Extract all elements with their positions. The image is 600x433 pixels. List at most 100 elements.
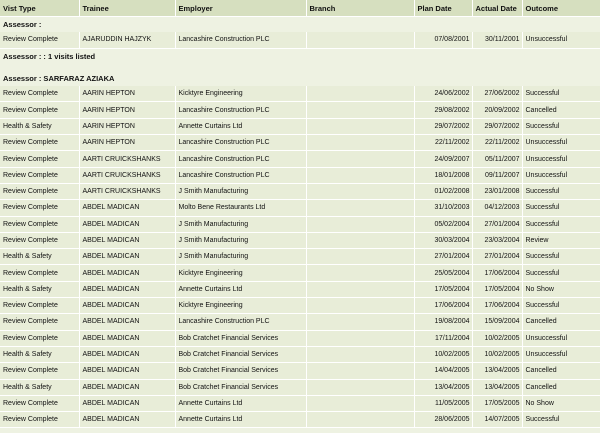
actual-date-cell: 27/01/2004 [472,248,523,266]
employer-cell: Lancashire Construction PLC [175,32,307,49]
table-row[interactable]: Review Complete ABDEL MADICAN J Smith Manu… [0,216,600,233]
column-header-employer[interactable]: Employer [175,0,307,17]
table-row[interactable]: Review Complete ABDEL MADICAN Bob Cratchet… [0,362,600,380]
table-row[interactable]: Review Complete ABDEL MADICAN Annette Curt… [0,411,600,429]
employer-cell: Kicktyre Engineering [175,264,307,282]
table-row[interactable]: Review Complete ABDEL MADICAN Annette Curt… [0,395,600,413]
plan-date-cell: 29/07/2002 [414,118,473,136]
table-row[interactable]: Review Complete AARTI CRUICKSHANKS J Smith… [0,183,600,201]
column-header-branch[interactable]: Branch [306,0,415,17]
outcome-cell: Unsuccessful [522,330,600,347]
visit-type-cell: Review Complete [0,150,80,168]
actual-date-cell: 30/11/2001 [472,32,523,49]
outcome-cell: Unsuccessful [522,346,600,364]
trainee-cell: ABDEL MADICAN [79,330,176,347]
outcome-cell: Successful [522,118,600,136]
outcome-cell: Successful [522,297,600,315]
employer-cell: Bob Cratchet Financial Services [175,362,307,380]
table-row[interactable]: Review Complete AARIN HEPTON Kicktyre Engi… [0,86,600,103]
visit-type-cell: Health & Safety [0,248,80,266]
actual-date-cell: 29/07/2002 [472,118,523,136]
employer-cell: Lancashire Construction PLC [175,167,307,184]
table-row[interactable]: Review Complete ABDEL MADICAN Bob Cratchet… [0,330,600,347]
outcome-cell: Successful [522,199,600,217]
plan-date-cell: 14/04/2005 [414,362,473,380]
branch-cell [306,150,415,168]
visit-type-cell: Review Complete [0,183,80,201]
trainee-cell: ABDEL MADICAN [79,216,176,233]
table-row[interactable]: Health & Safety AARIN HEPTON Annette Curta… [0,118,600,136]
visit-type-cell: Review Complete [0,362,80,380]
outcome-cell: Review [522,232,600,250]
table-row[interactable]: Health & Safety ABDEL MADICAN Bob Cratchet… [0,346,600,364]
trainee-cell: ABDEL MADICAN [79,362,176,380]
outcome-cell: Successful [522,183,600,201]
table-row[interactable]: Health & Safety ABDEL MADICAN Annette Curt… [0,281,600,299]
plan-date-cell: 24/09/2007 [414,150,473,168]
visit-type-cell: Review Complete [0,313,80,331]
employer-cell: Bob Cratchet Financial Services [175,346,307,364]
trainee-cell: ABDEL MADICAN [79,379,176,396]
group-row: Assessor : SARFARAZ AZIAKA [0,70,600,87]
actual-date-cell: 27/06/2002 [472,86,523,103]
employer-cell: Lancashire Construction PLC [175,150,307,168]
plan-date-cell: 25/05/2004 [414,264,473,282]
employer-cell: J Smith Manufacturing [175,232,307,250]
trainee-cell: AARIN HEPTON [79,86,176,103]
trainee-cell: ABDEL MADICAN [79,411,176,429]
column-header-outcome[interactable]: Outcome [522,0,600,17]
visit-type-cell: Review Complete [0,199,80,217]
column-header-visit-type[interactable]: Vist Type [0,0,80,17]
column-header-plan-date[interactable]: Plan Date [414,0,473,17]
table-row[interactable]: Review Complete ABDEL MADICAN J Smith Manu… [0,232,600,250]
branch-cell [306,199,415,217]
branch-cell [306,32,415,49]
outcome-cell: Unsuccessful [522,150,600,168]
column-header-actual-date[interactable]: Actual Date [472,0,523,17]
trainee-cell: AARIN HEPTON [79,134,176,152]
trainee-cell: AARTI CRUICKSHANKS [79,167,176,184]
plan-date-cell: 11/05/2005 [414,395,473,413]
column-header-trainee[interactable]: Trainee [79,0,176,17]
outcome-cell: No Show [522,395,600,413]
trainee-cell: ABDEL MADICAN [79,281,176,299]
table-row[interactable]: Review Complete AARTI CRUICKSHANKS Lancash… [0,150,600,168]
branch-cell [306,232,415,250]
trainee-cell: ABDEL MADICAN [79,346,176,364]
employer-cell: Kicktyre Engineering [175,297,307,315]
plan-date-cell: 07/08/2001 [414,32,473,49]
plan-date-cell: 31/10/2003 [414,199,473,217]
actual-date-cell: 23/01/2008 [472,183,523,201]
table-row[interactable]: Health & Safety ABDEL MADICAN J Smith Manu… [0,248,600,266]
trainee-cell: ABDEL MADICAN [79,248,176,266]
table-row[interactable]: Review Complete ABDEL MADICAN Lancashire C… [0,313,600,331]
table-row[interactable]: Review Complete ABDEL MADICAN Molto Bene R… [0,199,600,217]
actual-date-cell: 04/12/2003 [472,199,523,217]
branch-cell [306,395,415,413]
actual-date-cell: 17/06/2004 [472,297,523,315]
plan-date-cell: 01/02/2008 [414,183,473,201]
plan-date-cell: 18/01/2008 [414,167,473,184]
table-row[interactable]: Review Complete AARIN HEPTON Lancashire Co… [0,134,600,152]
group-spacer [0,64,600,71]
visit-type-cell: Health & Safety [0,379,80,396]
visit-type-cell: Review Complete [0,86,80,103]
table-row[interactable]: Review Complete ABDEL MADICAN Kicktyre Eng… [0,297,600,315]
table-row[interactable]: Review Complete AARTI CRUICKSHANKS Lancash… [0,167,600,184]
visit-type-cell: Review Complete [0,101,80,119]
plan-date-cell: 10/02/2005 [414,346,473,364]
branch-cell [306,118,415,136]
trainee-cell: AJARUDDIN HAJZYK [79,32,176,49]
table-header: Vist Type Trainee Employer Branch Plan D… [0,0,600,17]
table-row[interactable]: Review Complete AJARUDDIN HAJZYK Lancashir… [0,32,600,49]
employer-cell: J Smith Manufacturing [175,183,307,201]
visit-type-cell: Health & Safety [0,118,80,136]
table-row[interactable]: Review Complete ABDEL MADICAN Kicktyre Eng… [0,264,600,282]
trainee-cell: ABDEL MADICAN [79,313,176,331]
actual-date-cell: 17/05/2005 [472,395,523,413]
trainee-cell: AARTI CRUICKSHANKS [79,183,176,201]
branch-cell [306,86,415,103]
table-row[interactable]: Health & Safety ABDEL MADICAN Bob Cratchet… [0,379,600,396]
table-row[interactable]: Review Complete AARIN HEPTON Lancashire Co… [0,101,600,119]
outcome-cell: Unsuccessful [522,134,600,152]
